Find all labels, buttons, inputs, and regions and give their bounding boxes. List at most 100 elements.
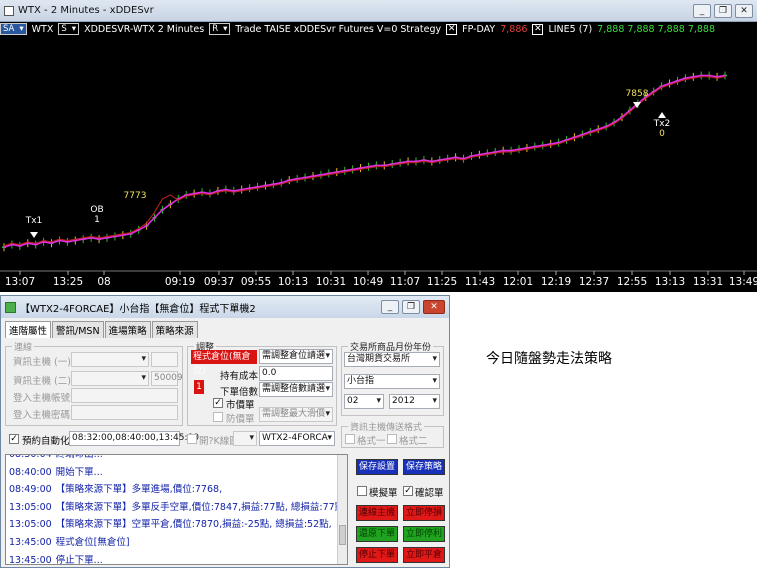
tab-strategy-source[interactable]: 策略來源 <box>151 321 198 338</box>
kline-select[interactable] <box>233 431 257 446</box>
stop-loss-now-button[interactable]: 立即停損 <box>403 505 445 521</box>
log-message: 【策略來源下單】多單進場,價位:7768, <box>55 484 223 496</box>
restore-button[interactable]: ❐ <box>714 3 732 18</box>
series-label: XDDESVR-WTX 2 Minutes <box>84 23 205 35</box>
x-tick-label: 09:19 <box>165 276 195 288</box>
protect-order-checkbox[interactable] <box>213 412 223 422</box>
x-tick-label: 09:37 <box>204 276 234 288</box>
month-select[interactable]: 02 <box>344 394 384 409</box>
take-profit-now-button[interactable]: 立即停利 <box>403 526 445 542</box>
dialog-close-button[interactable]: ✕ <box>423 300 445 314</box>
chart-select[interactable]: WTX2-4FORCA <box>259 431 335 446</box>
log-line: 08:30:04 終端命出... <box>6 454 347 464</box>
minimize-button[interactable]: _ <box>693 3 711 18</box>
entry-arrow-icon <box>30 232 38 238</box>
chart-annotation: 1 <box>94 215 100 225</box>
cost-label: 持有成本 <box>220 371 259 382</box>
log-line: 08:40:00 開始下單... <box>6 464 347 482</box>
tab-alerts[interactable]: 警訊/MSN <box>52 321 104 338</box>
log-line: 08:49:00 【策略來源下單】多單進場,價位:7768, <box>6 481 347 499</box>
server1-port-input[interactable] <box>151 352 178 367</box>
account-input[interactable] <box>71 388 178 403</box>
server1-label: 資訊主機 (一) <box>13 357 71 368</box>
multiplier-select[interactable]: 需調整倍數請選 <box>259 382 333 397</box>
format2-label: 格式二 <box>399 436 428 447</box>
series-line <box>3 74 726 248</box>
account-label: 登入主機帳號 <box>13 393 71 404</box>
message-log[interactable]: 08:30:04 終端命出... 08:40:00 開始下單... 08:49:00 【策… <box>5 454 348 565</box>
multiplier-label: 下單倍數 <box>220 387 259 398</box>
r-dropdown[interactable]: R ▾ <box>209 23 231 35</box>
connection-group-title: 連線 <box>12 340 35 353</box>
save-settings-button[interactable]: 保存設置 <box>356 459 398 475</box>
format1-checkbox[interactable] <box>345 434 355 444</box>
log-time: 13:45:00 <box>9 554 52 565</box>
position-marker: 1 <box>194 380 204 394</box>
product-select[interactable]: 小台指 <box>344 374 440 389</box>
position-status-label: 程式倉位(無倉位) <box>191 350 257 376</box>
server2-port-input[interactable]: 50009 <box>151 371 183 386</box>
x-tick-label: 13:31 <box>693 276 723 288</box>
password-input[interactable] <box>71 405 178 420</box>
kline-checkbox[interactable] <box>187 434 197 444</box>
s-dropdown[interactable]: S ▾ <box>58 23 80 35</box>
fp-toggle[interactable]: ✕ <box>446 23 458 35</box>
log-time: 08:30:04 <box>9 454 52 460</box>
save-strategy-button[interactable]: 保存策略 <box>403 459 445 475</box>
log-line: 13:45:00 程式倉位[無倉位] <box>6 534 347 552</box>
confirm-checkbox[interactable]: ✓ <box>403 486 413 496</box>
dialog-title: 【WTX2-4FORCAE】小台指【無倉位】程式下單機2 <box>20 303 256 315</box>
series-line <box>3 76 726 247</box>
log-message: 【策略來源下單】空單平倉,價位:7870,損益:-25點, 總損益:52點, <box>55 519 332 531</box>
chart-infobar: SA ▾ WTX S ▾ XDDESVR-WTX 2 Minutes R ▾ Trad… <box>0 22 757 36</box>
log-line: 13:05:00 【策略來源下單】空單平倉,價位:7870,損益:-25點, 總損… <box>6 516 347 534</box>
dialog-minimize-button[interactable]: _ <box>381 300 399 314</box>
auto-schedule-checkbox[interactable]: ✓ <box>9 434 19 444</box>
slippage-select[interactable]: 需調整最大滑價 <box>259 407 333 422</box>
position-select[interactable]: 需調整倉位請選 <box>259 349 333 364</box>
flatten-now-button[interactable]: 立即平倉 <box>403 547 445 563</box>
app-icon <box>4 5 14 16</box>
server1-select[interactable] <box>71 352 149 367</box>
log-scrollbar[interactable] <box>337 455 347 564</box>
stop-order-button[interactable]: 停止下單 <box>356 547 398 563</box>
chart-annotation: 0 <box>659 129 665 139</box>
log-time: 13:45:00 <box>9 536 52 548</box>
tab-advanced[interactable]: 進階屬性 <box>5 321 52 338</box>
x-tick-label: 10:31 <box>316 276 346 288</box>
close-button[interactable]: ✕ <box>735 3 753 18</box>
x-tick-label: 11:25 <box>427 276 457 288</box>
x-tick-label: 08 <box>97 276 110 288</box>
log-time: 08:49:00 <box>9 484 52 496</box>
server2-select[interactable] <box>71 371 149 386</box>
format-group-title: 資訊主機傳送格式 <box>348 420 425 433</box>
chart-window-title: WTX - 2 Minutes - xDDESvr <box>18 5 154 16</box>
log-message: 開始下單... <box>55 466 103 478</box>
strategy-line-label: Trade TAISE xDDESvr Futures V=0 Strategy <box>235 23 442 35</box>
market-order-checkbox[interactable]: ✓ <box>213 398 223 408</box>
exchange-select[interactable]: 台灣期貨交易所 <box>344 352 440 367</box>
restore-order-button[interactable]: 還原下單 <box>356 526 398 542</box>
line5-toggle[interactable]: ✕ <box>532 23 544 35</box>
tab-entry-strategy[interactable]: 進場策略 <box>104 321 151 338</box>
line5-label: LINE5 (7) <box>548 23 593 35</box>
simulate-checkbox[interactable] <box>357 486 367 496</box>
x-tick-label: 13:25 <box>53 276 83 288</box>
cost-input[interactable]: 0.0 <box>259 366 333 381</box>
sa-dropdown[interactable]: SA ▾ <box>0 23 27 35</box>
year-select[interactable]: 2012 <box>389 394 440 409</box>
log-line: 13:45:00 停止下單... <box>6 552 347 565</box>
protect-order-label: 防價單 <box>226 414 255 425</box>
auto-schedule-times-input[interactable]: 08:32:00,08:40:00,13:45:00 <box>69 431 199 446</box>
log-time: 13:05:00 <box>9 501 52 513</box>
x-tick-label: 13:07 <box>5 276 35 288</box>
log-scroll-thumb[interactable] <box>339 525 346 545</box>
log-line: 13:05:00 【策略來源下單】多單反手空單,價位:7847,損益:77點, 總… <box>6 499 347 517</box>
log-message: 【策略來源下單】多單反手空單,價位:7847,損益:77點, 總損益:77點, <box>55 501 348 513</box>
log-message: 程式倉位[無倉位] <box>55 536 130 548</box>
confirm-label: 確認單 <box>415 488 444 499</box>
format2-checkbox[interactable] <box>387 434 397 444</box>
log-message: 停止下單... <box>55 554 103 565</box>
connect-host-button[interactable]: 連線主機 <box>356 505 398 521</box>
dialog-restore-button[interactable]: ❐ <box>402 300 420 314</box>
